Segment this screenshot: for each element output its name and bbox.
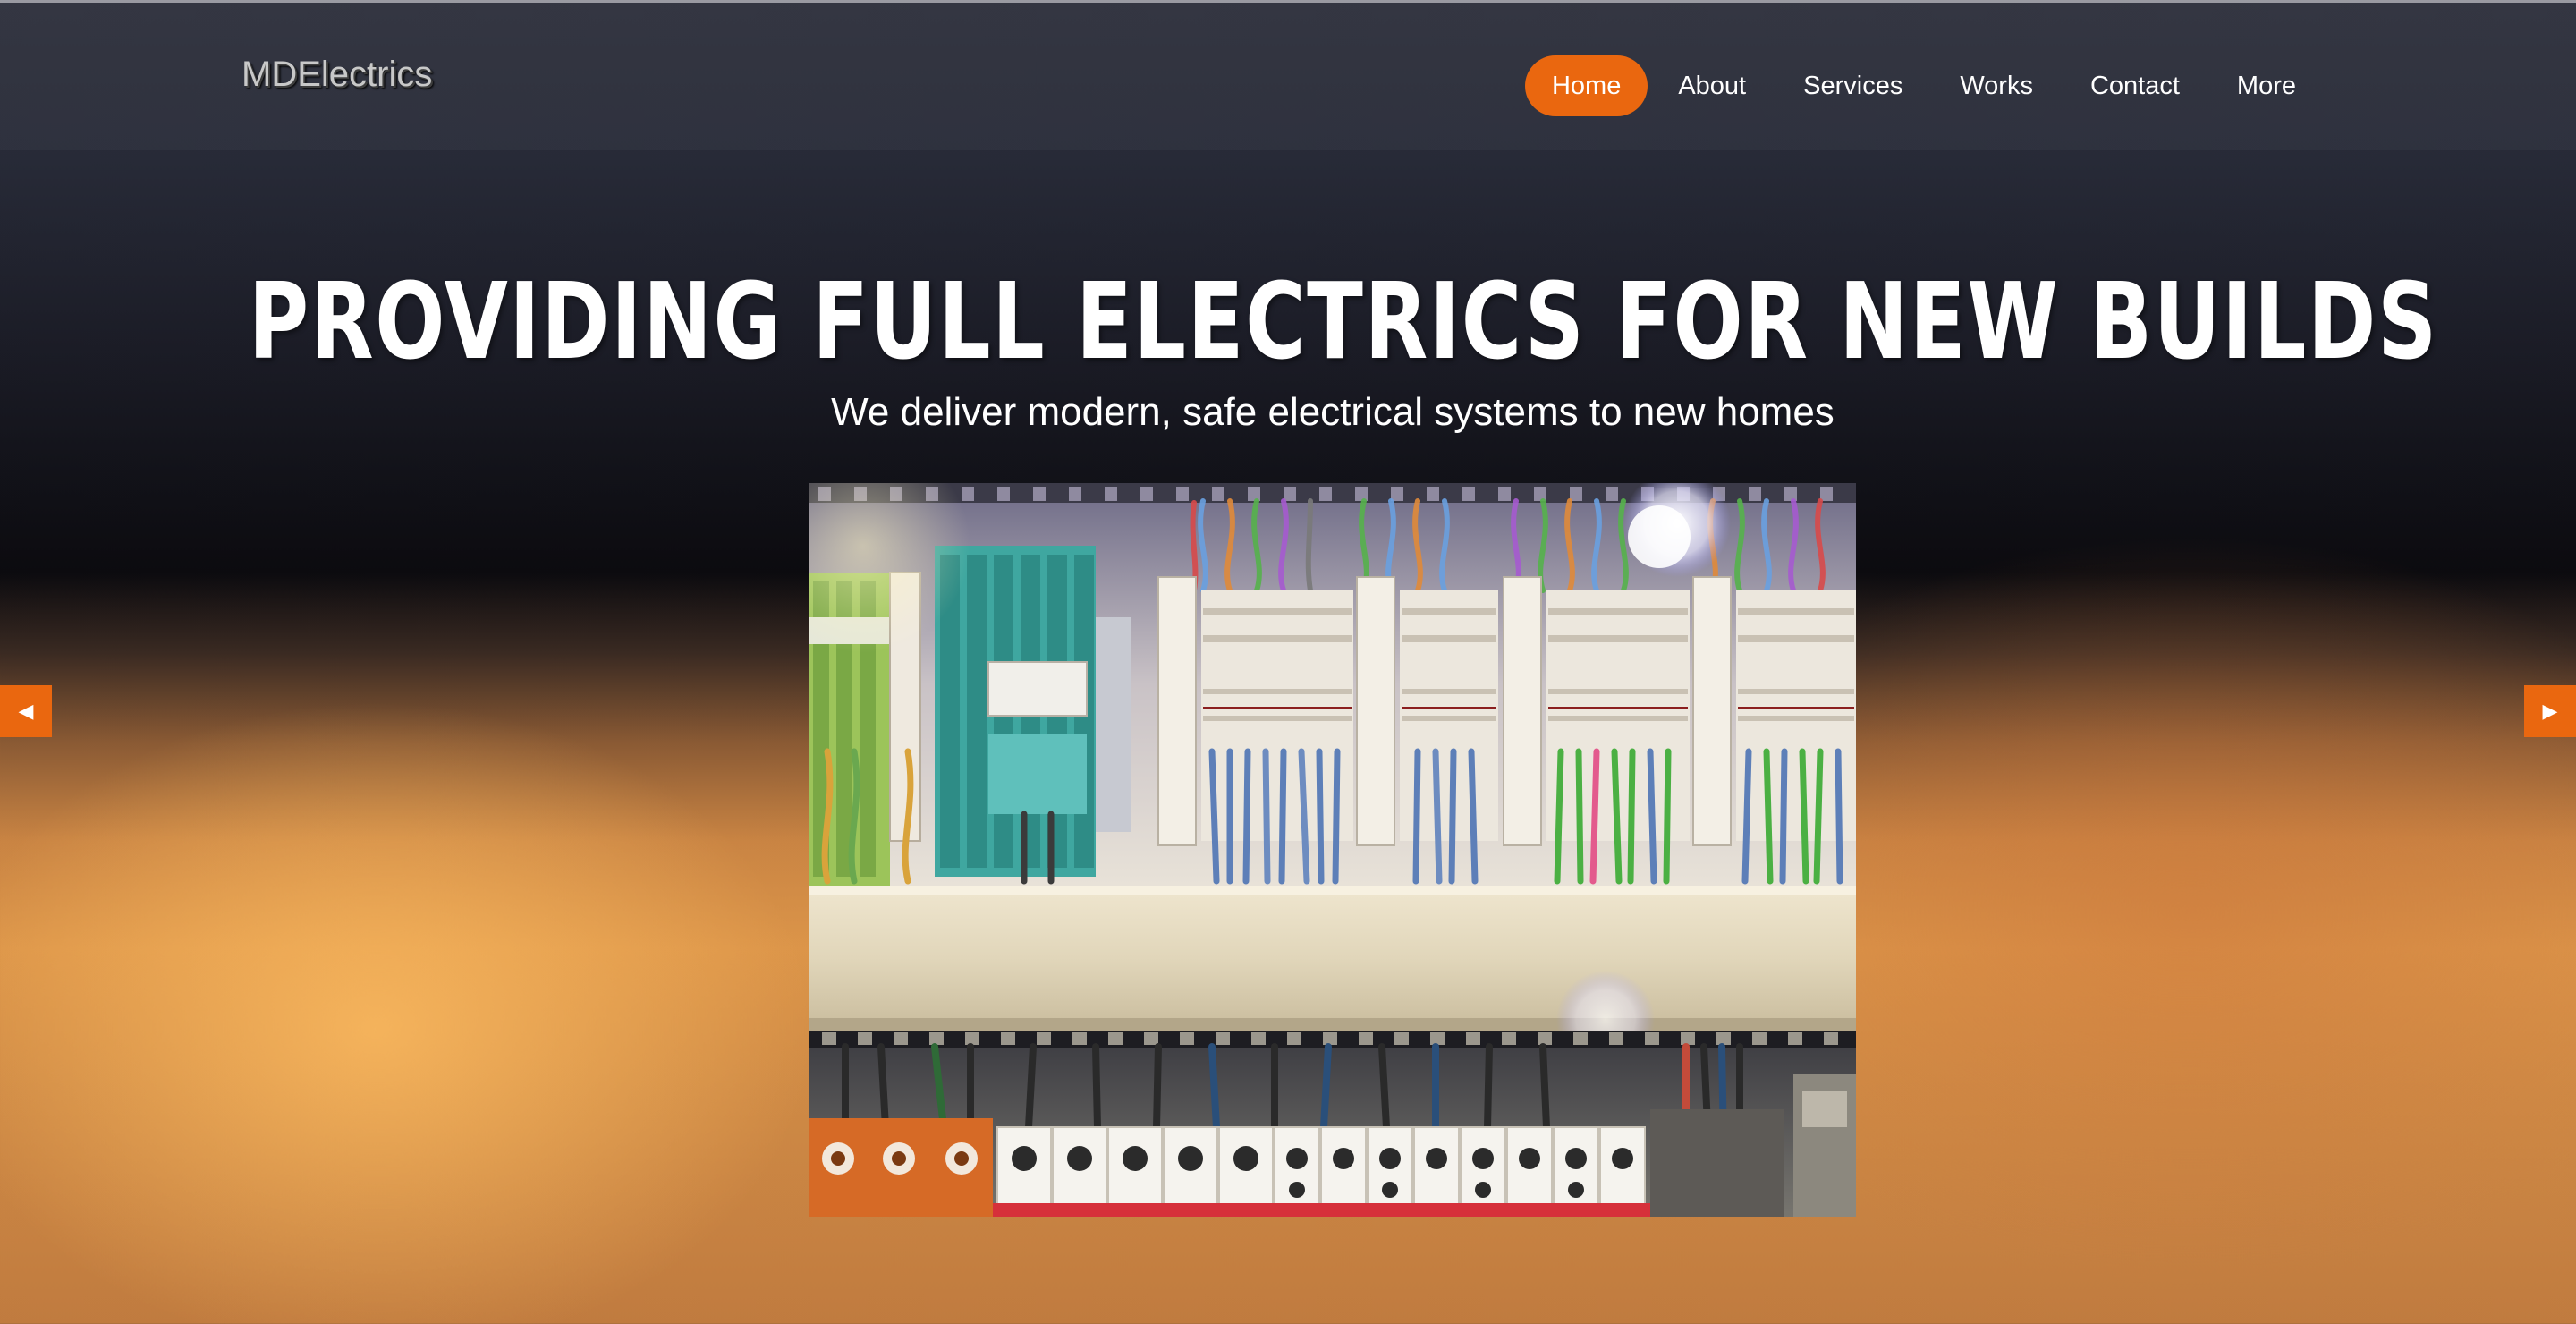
main-nav: Home About Services Works Contact More [1524, 55, 2323, 116]
triangle-left-icon: ◀ [18, 700, 34, 722]
slider-next-button[interactable]: ▶ [2524, 685, 2576, 737]
site-header: MDElectrics Home About Services Works Co… [0, 3, 2576, 150]
triangle-right-icon: ▶ [2542, 700, 2558, 722]
nav-contact[interactable]: Contact [2063, 55, 2207, 116]
site-logo[interactable]: MDElectrics [242, 55, 432, 95]
slider-prev-button[interactable]: ◀ [0, 685, 52, 737]
hero-title: PROVIDING FULL ELECTRICS FOR NEW BUILDS [248, 259, 2438, 383]
nav-home[interactable]: Home [1524, 55, 1648, 116]
slider-image-electrical-panel [809, 483, 1856, 1217]
nav-more[interactable]: More [2210, 55, 2323, 116]
nav-about[interactable]: About [1651, 55, 1773, 116]
nav-services[interactable]: Services [1776, 55, 1929, 116]
nav-works[interactable]: Works [1933, 55, 2060, 116]
electrical-panel-illustration [809, 483, 1856, 1217]
hero-subtitle: We deliver modern, safe electrical syste… [831, 390, 1835, 434]
